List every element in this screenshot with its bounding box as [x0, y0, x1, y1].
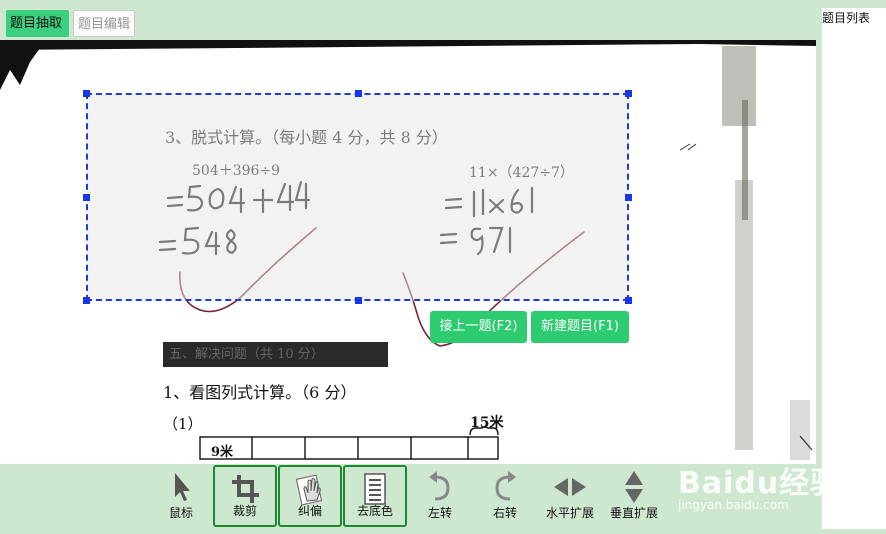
section-header: 五、解决问题（共 10 分） — [163, 342, 388, 367]
resize-handle-bottom-left[interactable] — [83, 297, 90, 304]
tool-rotate-right[interactable]: 右转 — [477, 465, 533, 527]
tool-deskew-label: 纠偏 — [297, 504, 322, 518]
resize-handle-top-right[interactable] — [625, 90, 632, 97]
resize-handle-top-left[interactable] — [83, 90, 90, 97]
tab-question-edit[interactable]: 题目编辑 — [73, 10, 135, 37]
resize-handle-top[interactable] — [355, 90, 362, 97]
tool-rotate-left[interactable]: 左转 — [412, 465, 468, 527]
label-15m: 15米 — [470, 415, 504, 431]
rotate-left-icon — [429, 471, 450, 501]
tool-remove-background[interactable]: 去底色 — [343, 465, 407, 527]
top-tab-bar: 题目抽取 题目编辑 — [0, 0, 822, 40]
tool-rotate-left-label: 左转 — [427, 506, 452, 520]
question-1-title: 1、看图列式计算。（6 分） — [163, 383, 357, 402]
tool-crop[interactable]: 裁剪 — [213, 465, 277, 527]
tool-rotate-right-label: 右转 — [492, 506, 517, 520]
tool-crop-label: 裁剪 — [232, 504, 257, 518]
tool-remove-background-label: 去底色 — [356, 504, 393, 518]
resize-handle-left[interactable] — [83, 194, 90, 201]
baidu-watermark: Baidu经验 jingyan.baidu.com — [678, 458, 841, 512]
question-list-panel: 题目列表 — [822, 8, 886, 529]
resize-handle-bottom[interactable] — [355, 297, 362, 304]
tool-vertical-expand-label: 垂直扩展 — [609, 506, 658, 520]
horizontal-expand-icon — [554, 478, 586, 496]
resize-handle-bottom-right[interactable] — [625, 297, 632, 304]
tool-mouse-label: 鼠标 — [168, 506, 193, 520]
cursor-icon — [175, 473, 190, 501]
new-question-button[interactable]: 新建题目(F1) — [531, 311, 629, 343]
tool-vertical-expand[interactable]: 垂直扩展 — [604, 465, 664, 527]
append-previous-button[interactable]: 接上一题(F2) — [430, 311, 527, 343]
tool-mouse[interactable]: 鼠标 — [156, 465, 206, 527]
resize-handle-right[interactable] — [625, 194, 632, 201]
tool-deskew[interactable]: 纠偏 — [278, 465, 342, 527]
question-list-title: 题目列表 — [822, 11, 871, 25]
vertical-expand-icon — [625, 471, 643, 503]
scan-workspace[interactable]: 3、脱式计算。（每小题 4 分，共 8 分） 504＋396÷9 11×（427… — [0, 40, 816, 464]
rotate-right-icon — [495, 471, 516, 501]
label-9m: 9米 — [211, 445, 234, 460]
tool-horizontal-expand-label: 水平扩展 — [545, 506, 594, 520]
selection-box[interactable] — [83, 90, 632, 304]
tab-question-extract[interactable]: 题目抽取 — [6, 10, 69, 37]
question-1-subpart: （1） — [163, 415, 203, 433]
tool-horizontal-expand[interactable]: 水平扩展 — [540, 465, 600, 527]
watermark-logo: Baidu经验 — [678, 466, 842, 501]
